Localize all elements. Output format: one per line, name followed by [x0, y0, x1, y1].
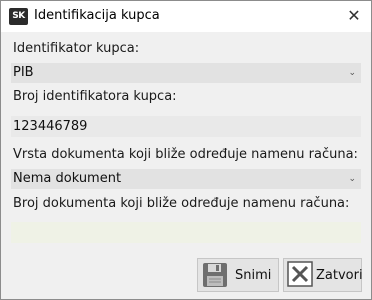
- customer-id-select[interactable]: PIB ⌄: [11, 63, 361, 83]
- doc-type-value: Nema dokument: [13, 171, 122, 186]
- chevron-down-icon: ⌄: [348, 68, 356, 78]
- save-button[interactable]: Snimi: [197, 258, 279, 292]
- doc-type-select[interactable]: Nema dokument ⌄: [11, 169, 361, 189]
- window-title: Identifikacija kupca: [34, 8, 160, 23]
- id-number-label: Broj identifikatora kupca:: [13, 89, 177, 104]
- id-number-value: 123446789: [13, 119, 88, 134]
- customer-id-value: PIB: [13, 65, 34, 80]
- doc-type-label: Vrsta dokumenta koji bliže određuje name…: [13, 147, 358, 162]
- app-logo: SK: [9, 8, 28, 25]
- chevron-down-icon: ⌄: [348, 174, 356, 184]
- customer-id-label: Identifikator kupca:: [13, 41, 140, 56]
- doc-number-label: Broj dokumenta koji bliže određuje namen…: [13, 196, 350, 211]
- floppy-disk-icon: [201, 261, 229, 289]
- close-box-icon: [287, 261, 313, 289]
- close-window-button[interactable]: ✕: [337, 1, 371, 32]
- dialog-window: SK Identifikacija kupca ✕ Identifikator …: [0, 0, 372, 300]
- save-button-label: Snimi: [235, 267, 272, 283]
- id-number-input[interactable]: 123446789: [11, 116, 361, 137]
- form-area: Identifikator kupca: PIB ⌄ Broj identifi…: [1, 32, 371, 299]
- close-button-label: Zatvori: [316, 267, 363, 283]
- title-bar: SK Identifikacija kupca ✕: [1, 1, 371, 32]
- doc-number-input[interactable]: [11, 222, 361, 243]
- close-button[interactable]: Zatvori: [283, 258, 363, 292]
